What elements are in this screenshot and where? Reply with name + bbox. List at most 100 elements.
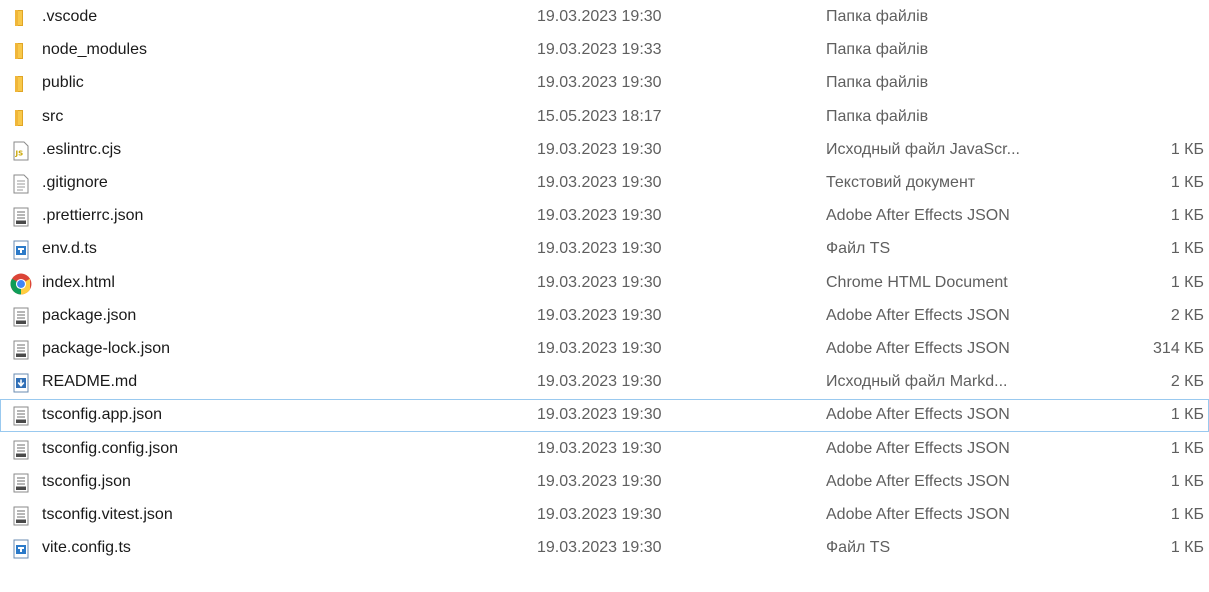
file-date-modified: 19.03.2023 19:30	[537, 240, 662, 258]
file-date-modified: 19.03.2023 19:30	[537, 74, 662, 92]
file-date-modified: 19.03.2023 19:30	[537, 539, 662, 557]
file-size: 314 КБ	[1153, 340, 1204, 357]
json-file-icon	[11, 307, 31, 327]
file-row[interactable]: tsconfig.app.json 19.03.2023 19:30 Adobe A…	[0, 399, 1209, 433]
json-file-icon	[11, 340, 31, 360]
file-type: Исходный файл JavaScr...	[826, 140, 1020, 158]
file-row[interactable]: tsconfig.json 19.03.2023 19:30 Adobe After…	[0, 466, 1209, 499]
file-date-modified: 19.03.2023 19:30	[537, 8, 662, 25]
file-row[interactable]: package.json 19.03.2023 19:30 Adobe After …	[0, 300, 1209, 333]
ts-file-icon	[11, 539, 31, 559]
file-row[interactable]: tsconfig.vitest.json 19.03.2023 19:30 Adob…	[0, 499, 1209, 532]
file-type: Adobe After Effects JSON	[826, 506, 1010, 523]
file-size: 1 КБ	[1170, 506, 1204, 523]
file-row[interactable]: public 19.03.2023 19:30 Папка файлів	[0, 67, 1209, 100]
file-size: 1 КБ	[1170, 406, 1204, 424]
file-name: tsconfig.app.json	[42, 406, 163, 424]
file-date-modified: 19.03.2023 19:30	[537, 406, 662, 424]
file-type: Adobe After Effects JSON	[826, 472, 1010, 490]
file-date-modified: 19.03.2023 19:30	[537, 472, 662, 490]
file-type: Adobe After Effects JSON	[826, 406, 1010, 424]
folder-icon	[11, 41, 31, 61]
file-type: Файл TS	[826, 539, 891, 557]
file-row[interactable]: src 15.05.2023 18:17 Папка файлів	[0, 101, 1209, 134]
file-name: vite.config.ts	[42, 539, 131, 557]
file-row[interactable]: node_modules 19.03.2023 19:33 Папка файлів	[0, 34, 1209, 67]
file-name: .gitignore	[42, 174, 108, 191]
file-row[interactable]: index.html 19.03.2023 19:30 Chrome HTML Do…	[0, 267, 1209, 300]
file-size: 2 КБ	[1170, 373, 1204, 391]
file-name: src	[42, 107, 64, 125]
json-file-icon	[11, 506, 31, 526]
js-file-icon: JS	[11, 141, 31, 161]
file-type: Файл TS	[826, 240, 891, 258]
file-size: 1 КБ	[1170, 273, 1204, 291]
file-row[interactable]: .prettierrc.json 19.03.2023 19:30 Adobe Af…	[0, 200, 1209, 233]
markdown-file-icon	[11, 373, 31, 393]
file-type: Исходный файл Markd...	[826, 373, 1008, 391]
file-name: tsconfig.json	[42, 472, 131, 490]
file-size: 1 КБ	[1170, 240, 1204, 258]
file-name: .eslintrc.cjs	[42, 140, 122, 158]
file-name: package-lock.json	[42, 340, 171, 357]
file-size: 1 КБ	[1170, 472, 1204, 490]
file-date-modified: 19.03.2023 19:30	[537, 373, 662, 391]
file-name: node_modules	[42, 41, 147, 59]
folder-icon	[11, 74, 31, 94]
file-row[interactable]: README.md 19.03.2023 19:30 Исходный файл M…	[0, 366, 1209, 399]
file-name: tsconfig.vitest.json	[42, 506, 173, 523]
file-type: Adobe After Effects JSON	[826, 340, 1010, 357]
file-type: Папка файлів	[826, 74, 929, 92]
file-name: .vscode	[42, 8, 98, 25]
file-type: Текстовий документ	[826, 174, 976, 191]
file-row[interactable]: .gitignore 19.03.2023 19:30 Текстовий доку…	[0, 167, 1209, 200]
json-file-icon	[11, 207, 31, 227]
file-row[interactable]: .vscode 19.03.2023 19:30 Папка файлів	[0, 1, 1209, 34]
file-date-modified: 19.03.2023 19:30	[537, 273, 662, 291]
file-date-modified: 19.03.2023 19:33	[537, 41, 662, 59]
file-row[interactable]: tsconfig.config.json 19.03.2023 19:30 Adob…	[0, 433, 1209, 466]
chrome-icon	[10, 273, 32, 295]
file-date-modified: 19.03.2023 19:30	[537, 439, 662, 457]
file-name: package.json	[42, 306, 137, 324]
file-row[interactable]: package-lock.json 19.03.2023 19:30 Adobe A…	[0, 333, 1209, 366]
file-name: env.d.ts	[42, 240, 97, 258]
file-type: Папка файлів	[826, 41, 929, 59]
file-date-modified: 19.03.2023 19:30	[537, 140, 662, 158]
file-size: 1 КБ	[1170, 539, 1204, 557]
file-date-modified: 19.03.2023 19:30	[537, 174, 662, 191]
file-size: 1 КБ	[1170, 207, 1204, 225]
file-name: README.md	[42, 373, 138, 391]
file-type: Папка файлів	[826, 107, 929, 125]
file-date-modified: 19.03.2023 19:30	[537, 340, 662, 357]
file-type: Adobe After Effects JSON	[826, 306, 1010, 324]
file-row[interactable]: env.d.ts 19.03.2023 19:30 Файл TS 1 КБ	[0, 233, 1209, 266]
file-list: .vscode 19.03.2023 19:30 Папка файлів node_…	[0, 0, 1209, 592]
svg-text:JS: JS	[15, 149, 24, 157]
file-name: public	[42, 74, 84, 92]
file-size: 2 КБ	[1170, 306, 1204, 324]
file-name: tsconfig.config.json	[42, 439, 179, 457]
text-file-icon	[11, 174, 31, 194]
file-size: 1 КБ	[1170, 174, 1204, 191]
file-size: 1 КБ	[1170, 439, 1204, 457]
file-name: .prettierrc.json	[42, 207, 144, 225]
file-row[interactable]: vite.config.ts 19.03.2023 19:30 Файл TS 1 К…	[0, 532, 1209, 565]
file-row[interactable]: JS .eslintrc.cjs 19.03.2023 19:30 Исходный …	[0, 134, 1209, 167]
file-type: Adobe After Effects JSON	[826, 207, 1010, 225]
file-type: Adobe After Effects JSON	[826, 439, 1010, 457]
file-name: index.html	[42, 273, 115, 291]
file-date-modified: 19.03.2023 19:30	[537, 506, 662, 523]
file-type: Папка файлів	[826, 8, 929, 25]
file-date-modified: 19.03.2023 19:30	[537, 207, 662, 225]
file-type: Chrome HTML Document	[826, 273, 1008, 291]
json-file-icon	[11, 406, 31, 426]
ts-file-icon	[11, 240, 31, 260]
file-date-modified: 19.03.2023 19:30	[537, 306, 662, 324]
folder-icon	[11, 8, 31, 28]
file-size: 1 КБ	[1170, 140, 1204, 158]
json-file-icon	[11, 440, 31, 460]
json-file-icon	[11, 473, 31, 493]
file-date-modified: 15.05.2023 18:17	[537, 107, 662, 125]
folder-icon	[11, 108, 31, 128]
